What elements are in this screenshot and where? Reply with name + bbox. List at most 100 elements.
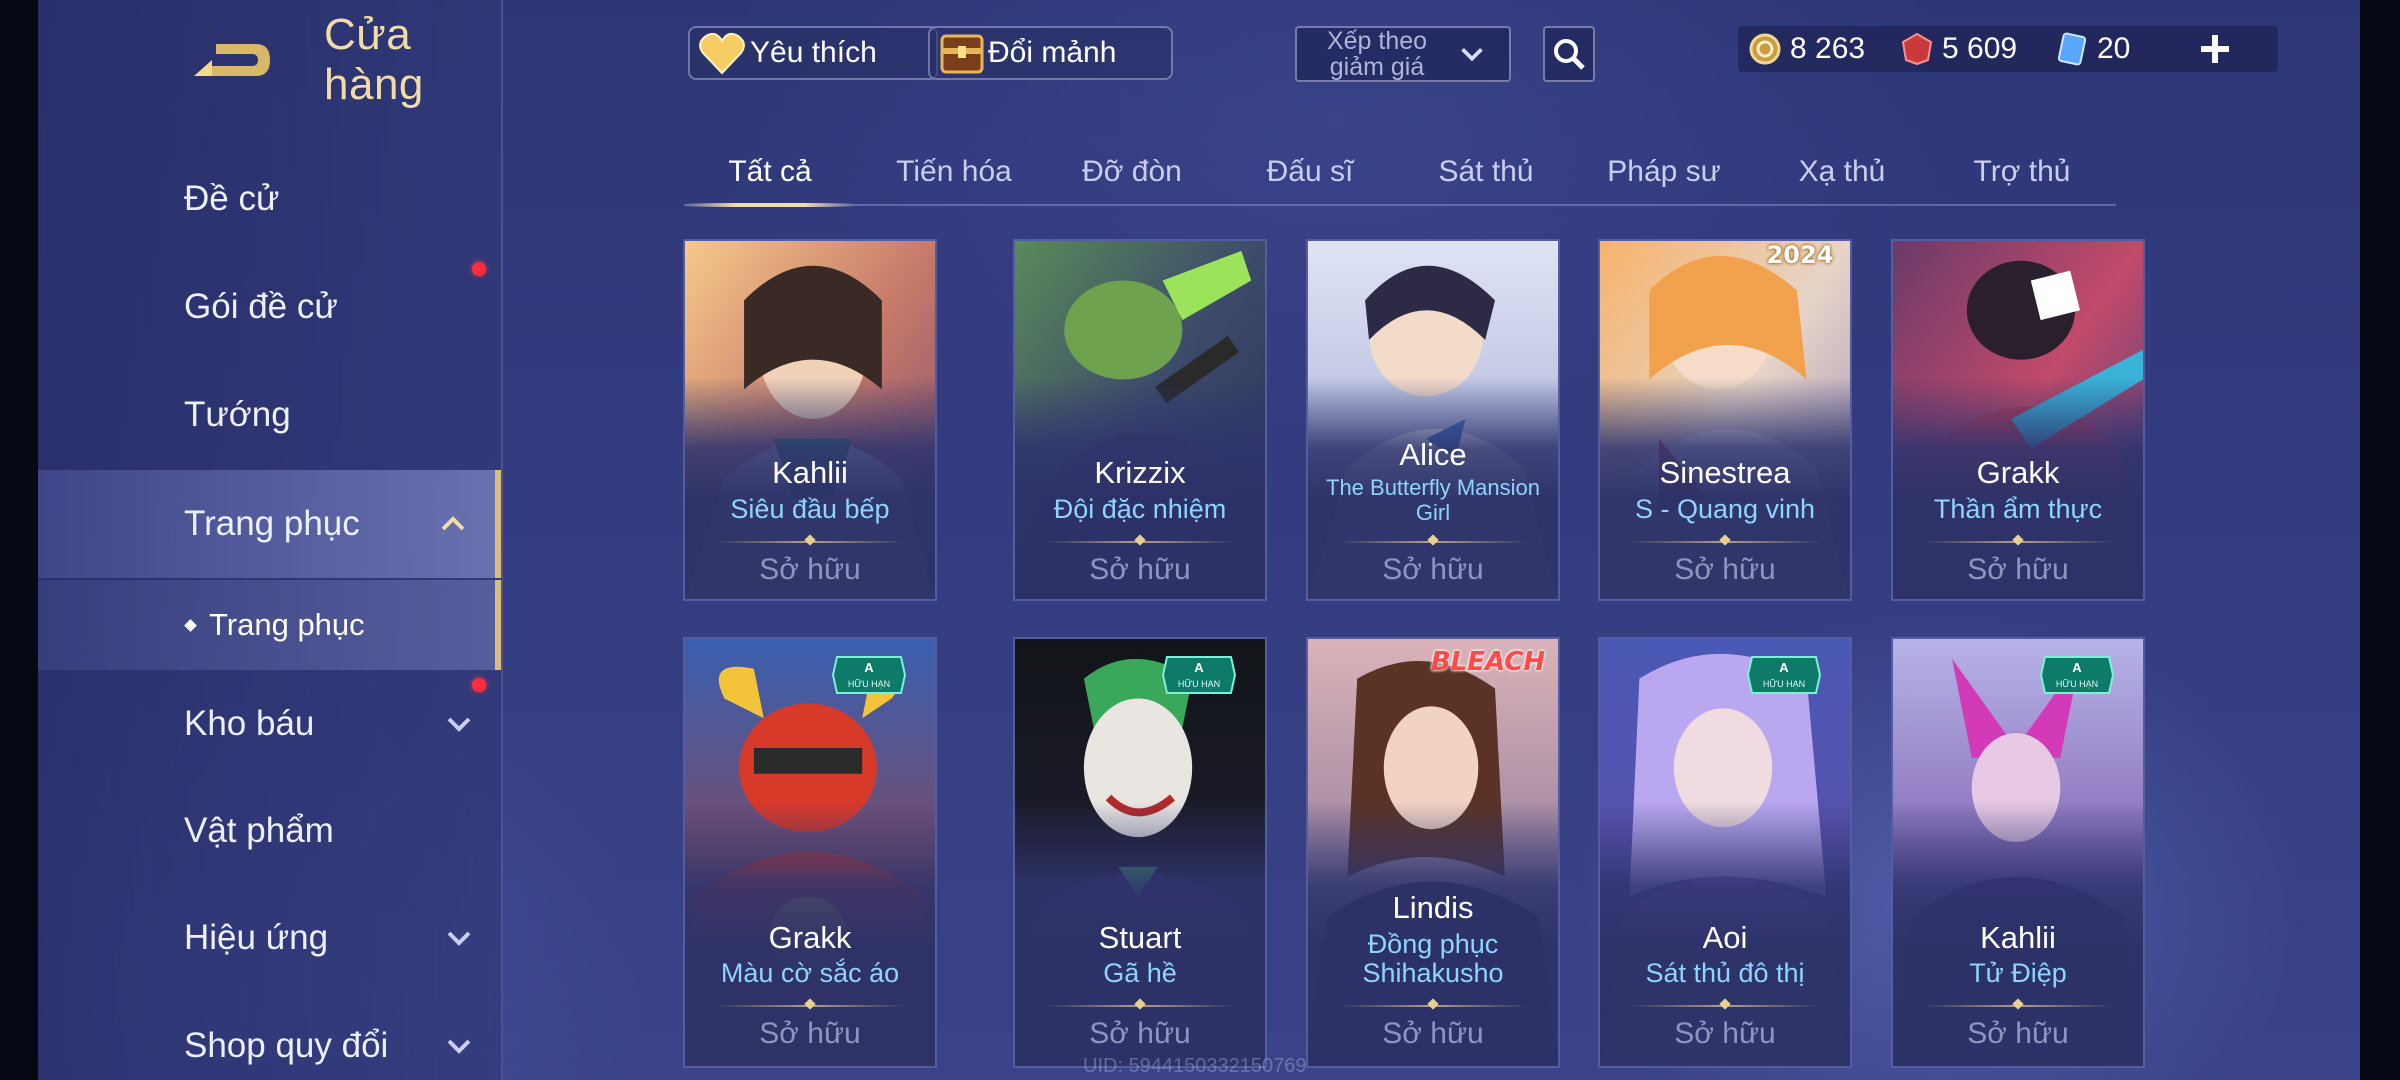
limited-badge: A HỮU HẠN (1746, 653, 1822, 697)
hero-name: Grakk (768, 920, 852, 955)
svg-text:A: A (2072, 660, 2082, 675)
skin-card[interactable]: Alice The Butterfly Mansion Girl Sở hữu (1306, 239, 1560, 601)
tab-label: Đỡ đòn (1082, 155, 1182, 188)
bleach-logo-badge: BLEACH (1418, 647, 1558, 683)
sidebar-item-label: Hiệu ứng (184, 918, 329, 957)
owned-status: Sở hữu (1382, 1017, 1484, 1050)
sidebar-item-recommended[interactable]: Đề cử (38, 147, 501, 251)
sidebar-item-treasure[interactable]: Kho báu (38, 672, 501, 776)
chevron-down-icon (447, 931, 471, 946)
skin-name: S - Quang vinh (1634, 494, 1816, 524)
svg-text:HỮU HẠN: HỮU HẠN (1763, 679, 1805, 689)
skin-name: Siêu đầu bếp (730, 494, 890, 524)
skin-card[interactable]: A HỮU HẠN Grakk Màu cờ sắc áo Sở hữu (683, 637, 937, 1068)
sidebar-item-heroes[interactable]: Tướng (38, 363, 501, 467)
card-divider (715, 1005, 905, 1007)
owned-status: Sở hữu (759, 1017, 861, 1050)
sidebar-item-label: Shop quy đổi (184, 1026, 389, 1065)
sidebar-item-label: Trang phục (184, 504, 360, 543)
skin-card[interactable]: A HỮU HẠN Kahlii Tử Điệp Sở hữu (1891, 637, 2145, 1068)
owned-status: Sở hữu (1089, 1017, 1191, 1050)
skin-card[interactable]: BLEACH Lindis Đồng phục Shihakusho Sở hữ… (1306, 637, 1560, 1068)
card-divider (1338, 1005, 1528, 1007)
skin-name: Gã hề (1103, 958, 1177, 988)
badge-text: 2024 (1766, 241, 1834, 269)
skin-card[interactable]: Kahlii Siêu đầu bếp Sở hữu (683, 239, 937, 601)
tab-marksman[interactable]: Xạ thủ (1752, 140, 1932, 204)
owned-status: Sở hữu (1089, 553, 1191, 586)
hero-name: Grakk (1976, 455, 2060, 490)
screen-bezel-right (2360, 0, 2400, 1080)
currency-ticket: 20 (2055, 26, 2130, 72)
back-button[interactable] (186, 36, 276, 84)
card-divider (1923, 541, 2113, 543)
svg-text:HỮU HẠN: HỮU HẠN (2056, 679, 2098, 689)
svg-text:A: A (864, 660, 874, 675)
tab-label: Sát thủ (1438, 155, 1534, 188)
sort-dropdown[interactable]: Xếp theo giảm giá (1295, 26, 1511, 82)
tab-label: Đấu sĩ (1266, 155, 1354, 188)
skin-card[interactable]: A HỮU HẠN Aoi Sát thủ đô thị Sở hữu (1598, 637, 1852, 1068)
sidebar-item-label: Tướng (184, 395, 291, 434)
sidebar-item-label: Vật phẩm (184, 811, 334, 850)
uid-watermark: UID: 5944150332150769 (1083, 1055, 1307, 1077)
hero-name: Kahlii (772, 455, 848, 490)
tab-evolution[interactable]: Tiến hóa (864, 140, 1044, 204)
bullet-icon (184, 618, 197, 632)
header: Cửa hàng (186, 10, 501, 109)
hero-name: Kahlii (1980, 920, 2056, 955)
sidebar-item-label: Kho báu (184, 704, 315, 743)
category-tabs: Tất cả Tiến hóa Đỡ đòn Đấu sĩ Sát thủ Ph… (684, 140, 2116, 207)
chevron-down-icon (1461, 47, 1483, 62)
sidebar-item-effects[interactable]: Hiệu ứng (38, 886, 501, 990)
tab-mage[interactable]: Pháp sư (1574, 140, 1754, 204)
sidebar-item-exchange-shop[interactable]: Shop quy đổi (38, 994, 501, 1080)
chevron-down-icon (447, 717, 471, 732)
screen-bezel-left (0, 0, 38, 1080)
sidebar-item-recommended-packs[interactable]: Gói đề cử (38, 255, 501, 359)
skin-card[interactable]: Grakk Thần ẩm thực Sở hữu (1891, 239, 2145, 601)
skin-name: Sát thủ đô thị (1645, 958, 1805, 988)
skin-name: The Butterfly Mansion Girl (1326, 475, 1540, 525)
hero-name: Sinestrea (1659, 455, 1791, 490)
sidebar-item-items[interactable]: Vật phẩm (38, 779, 501, 883)
hero-name: Aoi (1702, 920, 1748, 955)
owned-status: Sở hữu (1674, 553, 1776, 586)
year-2024-badge: 2024 (1760, 241, 1840, 269)
tab-label: Pháp sư (1607, 155, 1721, 188)
skin-card[interactable]: A HỮU HẠN Stuart Gã hề Sở hữu (1013, 637, 1267, 1068)
search-icon (1554, 39, 1585, 70)
tab-fighter[interactable]: Đấu sĩ (1220, 140, 1400, 204)
card-divider (1630, 541, 1820, 543)
treasure-chest-icon (940, 34, 984, 74)
tab-label: Tiến hóa (896, 155, 1012, 188)
page-title: Cửa hàng (324, 10, 424, 109)
tab-all[interactable]: Tất cả (684, 140, 856, 207)
gold-coin-icon (1749, 33, 1781, 65)
chevron-down-icon (447, 1039, 471, 1054)
owned-status: Sở hữu (1382, 553, 1484, 586)
hero-name: Krizzix (1094, 455, 1186, 490)
skin-card[interactable]: Krizzix Đội đặc nhiệm Sở hữu (1013, 239, 1267, 601)
skin-name: Đồng phục Shihakusho (1362, 929, 1504, 988)
svg-text:A: A (1194, 660, 1204, 675)
tab-support[interactable]: Trợ thủ (1932, 140, 2112, 204)
card-divider (715, 541, 905, 543)
sidebar-item-skins[interactable]: Trang phục (38, 470, 501, 578)
badge-text: BLEACH (1430, 647, 1546, 677)
voucher-value: 5 609 (1942, 32, 2018, 65)
skin-name: Thần ẩm thực (1933, 494, 2103, 524)
skin-card[interactable]: 2024 Sinestrea S - Quang vinh Sở hữu (1598, 239, 1852, 601)
tab-tank[interactable]: Đỡ đòn (1042, 140, 1222, 204)
notification-dot (472, 678, 486, 692)
tab-assassin[interactable]: Sát thủ (1396, 140, 1576, 204)
sidebar-subitem-skins[interactable]: Trang phục (38, 580, 501, 670)
notification-dot (472, 262, 486, 276)
owned-status: Sở hữu (759, 553, 861, 586)
favorites-button[interactable]: Yêu thích (688, 26, 938, 80)
exchange-fragments-button[interactable]: Đổi mảnh (928, 26, 1173, 80)
card-divider (1045, 541, 1235, 543)
add-currency-button[interactable] (2190, 24, 2240, 74)
back-arrow-icon (194, 44, 270, 76)
search-button[interactable] (1543, 26, 1595, 82)
